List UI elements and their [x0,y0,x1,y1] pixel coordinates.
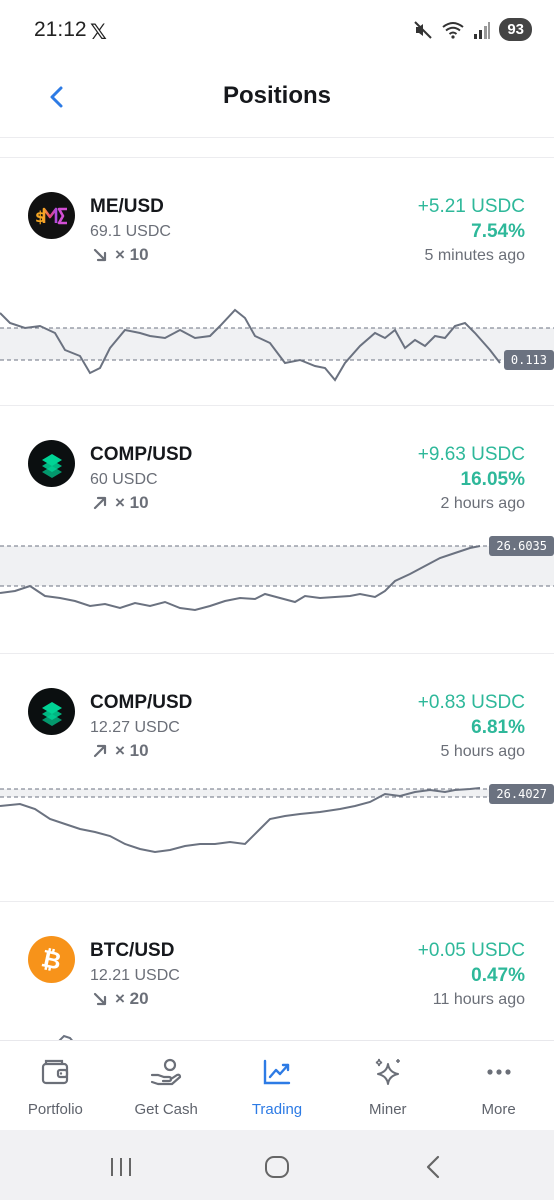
price-sparkline [0,308,554,382]
back-chevron-icon [426,1155,440,1179]
mute-icon [414,20,433,39]
bitcoin-icon: ₿ [28,936,75,983]
wifi-icon [442,21,464,39]
leverage-value: × 10 [115,741,149,760]
nav-trading[interactable]: Trading [222,1041,333,1130]
price-sparkline [58,1034,73,1040]
nav-label: More [481,1101,516,1118]
signal-icon [474,21,491,39]
system-nav-bar [0,1130,554,1200]
app-header: Positions [0,60,554,138]
nav-get-cash[interactable]: Get Cash [111,1041,222,1130]
position-pnl: +9.63 USDC [417,444,525,465]
leverage-value: × 10 [115,245,149,264]
arrow-down-right-icon [93,248,107,262]
position-amount: 12.21 USDC [90,967,180,984]
list-top-separator [0,140,554,158]
compound-logo [42,454,62,478]
price-sparkline [0,787,554,854]
position-pnl-percent: 16.05% [460,469,525,490]
nav-label: Portfolio [27,1101,83,1118]
status-icons: 93 [413,18,532,41]
nav-label: Get Cash [134,1101,198,1118]
sparkles-icon [371,1055,405,1089]
position-pnl: +0.83 USDC [417,692,525,713]
position-amount: 69.1 USDC [90,223,171,240]
position-amount: 12.27 USDC [90,719,180,736]
position-leverage: × 10 [93,245,149,265]
position-leverage: × 10 [93,741,149,761]
status-time: 21:12 [34,18,87,41]
position-card-comp-2[interactable]: COMP/USD 12.27 USDC × 10 +0.83 USDC 6.81… [0,654,554,902]
position-pair: COMP/USD [90,444,193,465]
position-pnl-percent: 0.47% [471,965,525,986]
price-sparkline [0,545,554,612]
nav-more[interactable]: More [443,1041,554,1130]
position-time: 5 minutes ago [424,247,525,264]
x-logo-icon: 𝕏 [90,21,107,44]
home-icon [265,1156,289,1178]
positions-list[interactable]: $ ME/USD 69.1 USDC × 10 +5.21 USDC 7.54%… [0,140,554,1040]
nav-label: Miner [369,1101,407,1118]
arrow-down-right-icon [93,992,107,1006]
position-pair: BTC/USD [90,940,175,961]
compound-icon [28,440,75,487]
compound-icon [28,688,75,735]
price-label: 26.6035 [489,536,554,556]
wallet-icon [38,1055,72,1089]
leverage-value: × 10 [115,493,149,512]
status-bar: 21:12 𝕏 93 [0,0,554,60]
position-card-comp-1[interactable]: COMP/USD 60 USDC × 10 +9.63 USDC 16.05% … [0,406,554,654]
leverage-value: × 20 [115,989,149,1008]
position-card-me[interactable]: $ ME/USD 69.1 USDC × 10 +5.21 USDC 7.54%… [0,158,554,406]
position-amount: 60 USDC [90,471,158,488]
position-pair: COMP/USD [90,692,193,713]
magic-eden-icon: $ [28,192,75,239]
nav-label: Trading [251,1101,303,1118]
bottom-nav: Portfolio Get Cash Trading Miner More [0,1040,554,1130]
page-title: Positions [222,82,331,109]
position-leverage: × 10 [93,493,149,513]
svg-text:₿: ₿ [39,944,64,975]
arrow-up-right-icon [93,744,107,758]
compound-logo [42,702,62,726]
back-system-button[interactable] [418,1152,448,1182]
position-pnl-percent: 7.54% [471,221,525,242]
position-card-btc[interactable]: ₿ BTC/USD 12.21 USDC × 20 +0.05 USDC 0.4… [0,902,554,1040]
price-label: 26.4027 [489,784,554,804]
position-pnl-percent: 6.81% [471,717,525,738]
position-time: 2 hours ago [440,495,525,512]
position-time: 11 hours ago [432,991,525,1008]
price-label: 0.113 [503,350,554,370]
recent-apps-button[interactable] [106,1152,136,1182]
battery-badge: 93 [499,18,532,41]
recent-apps-icon [111,1158,131,1176]
position-leverage: × 20 [93,989,149,1009]
nav-portfolio[interactable]: Portfolio [0,1041,111,1130]
position-pnl: +5.21 USDC [417,196,525,217]
arrow-up-right-icon [93,496,107,510]
home-button[interactable] [262,1152,292,1182]
bitcoin-logo: ₿ [39,944,64,975]
position-pnl: +0.05 USDC [417,940,525,961]
more-dots-icon [482,1055,516,1089]
hand-coin-icon [149,1055,183,1089]
nav-miner[interactable]: Miner [332,1041,443,1130]
magic-eden-logo: $ [35,207,67,226]
trend-up-icon [260,1055,294,1089]
position-pair: ME/USD [90,196,164,217]
position-time: 5 hours ago [440,743,525,760]
